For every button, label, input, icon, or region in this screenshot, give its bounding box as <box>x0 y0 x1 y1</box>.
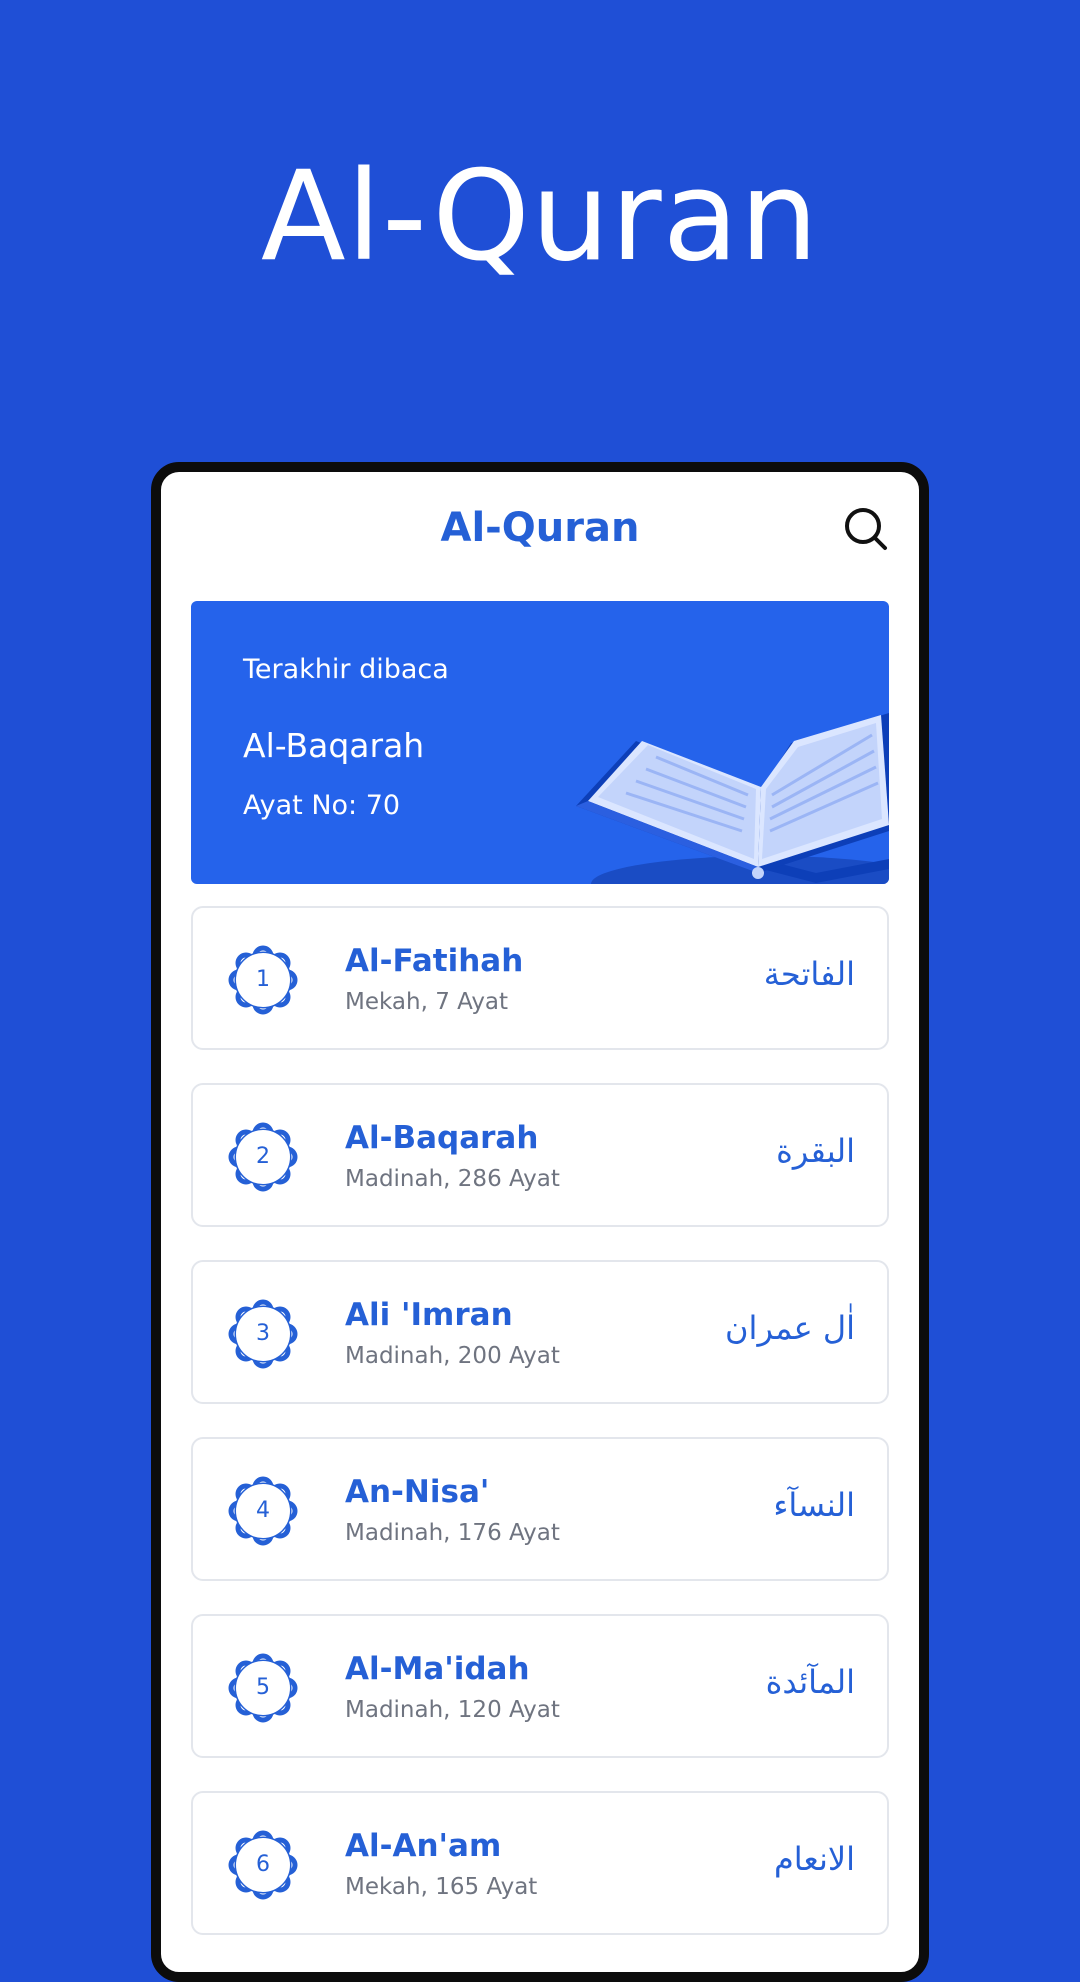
open-quran-book-illustration <box>576 713 889 884</box>
hero-title: Al-Quran <box>260 145 820 289</box>
surah-meta: Madinah, 120 Ayat <box>345 1697 560 1723</box>
surah-name: Al-An'am <box>345 1828 502 1864</box>
surah-arabic-name: النسآء <box>773 1486 855 1524</box>
surah-meta: Mekah, 165 Ayat <box>345 1874 538 1900</box>
app-title: Al-Quran <box>440 505 640 551</box>
surah-card[interactable]: 6 Al-An'am Mekah, 165 Ayat الانعام <box>191 1791 889 1935</box>
surah-number: 2 <box>256 1144 270 1169</box>
surah-name: Ali 'Imran <box>345 1297 513 1333</box>
surah-card[interactable]: 3 Ali 'Imran Madinah, 200 Ayat اٰل عمران <box>191 1260 889 1404</box>
last-read-label: Terakhir dibaca <box>243 654 449 685</box>
surah-arabic-name: الانعام <box>773 1840 855 1878</box>
surah-card[interactable]: 1 Al-Fatihah Mekah, 7 Ayat الفاتحة <box>191 906 889 1050</box>
surah-arabic-name: البقرة <box>776 1132 855 1170</box>
surah-number-badge: 3 <box>225 1296 301 1372</box>
surah-number: 5 <box>256 1675 270 1700</box>
surah-meta: Madinah, 200 Ayat <box>345 1343 560 1369</box>
app-header: Al-Quran <box>161 472 919 577</box>
surah-name: An-Nisa' <box>345 1474 490 1510</box>
surah-number-badge: 2 <box>225 1119 301 1195</box>
surah-meta: Madinah, 286 Ayat <box>345 1166 560 1192</box>
surah-card[interactable]: 4 An-Nisa' Madinah, 176 Ayat النسآء <box>191 1437 889 1581</box>
surah-number-badge: 1 <box>225 942 301 1018</box>
search-button[interactable] <box>843 506 889 552</box>
search-icon <box>845 508 887 550</box>
surah-meta: Madinah, 176 Ayat <box>345 1520 560 1546</box>
surah-number-badge: 4 <box>225 1473 301 1549</box>
surah-name: Al-Baqarah <box>345 1120 539 1156</box>
surah-number: 1 <box>256 967 270 992</box>
surah-meta: Mekah, 7 Ayat <box>345 989 509 1015</box>
surah-number: 4 <box>256 1498 270 1523</box>
surah-arabic-name: المآئدة <box>765 1663 855 1701</box>
surah-arabic-name: الفاتحة <box>763 955 855 993</box>
surah-number-badge: 5 <box>225 1650 301 1726</box>
surah-name: Al-Ma'idah <box>345 1651 530 1687</box>
surah-number: 3 <box>256 1321 270 1346</box>
surah-number-badge: 6 <box>225 1827 301 1903</box>
last-read-card[interactable]: Terakhir dibaca Al-Baqarah Ayat No: 70 <box>191 601 889 884</box>
surah-card[interactable]: 2 Al-Baqarah Madinah, 286 Ayat البقرة <box>191 1083 889 1227</box>
surah-name: Al-Fatihah <box>345 943 524 979</box>
surah-number: 6 <box>256 1852 270 1877</box>
last-read-surah: Al-Baqarah <box>243 726 425 765</box>
surah-card[interactable]: 5 Al-Ma'idah Madinah, 120 Ayat المآئدة <box>191 1614 889 1758</box>
surah-arabic-name: اٰل عمران <box>725 1309 855 1347</box>
last-read-ayat: Ayat No: 70 <box>243 790 401 821</box>
phone-frame: Al-Quran Terakhir dibaca Al-Baqarah Ayat… <box>151 462 929 1982</box>
